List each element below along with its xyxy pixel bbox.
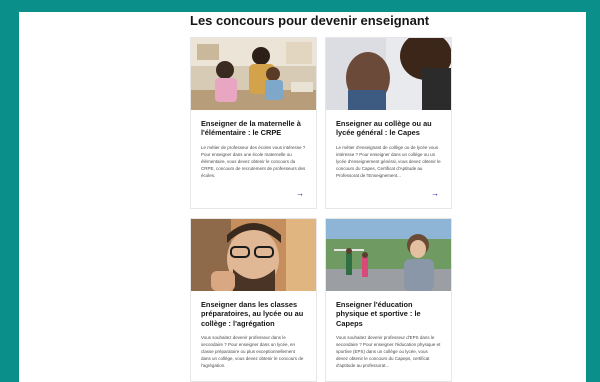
card-description: Le métier de professeur des écoles vous … — [201, 144, 306, 178]
arrow-right-icon[interactable]: → — [296, 190, 304, 198]
card-crpe[interactable]: Enseigner de la maternelle à l'élémentai… — [190, 37, 317, 209]
card-capes[interactable]: Enseigner au collège ou au lycée général… — [325, 37, 452, 209]
card-description: Vous souhaitez devenir professeur dans l… — [201, 335, 304, 369]
card-description: Le métier d'enseignant de collège ou de … — [336, 144, 441, 178]
frame-right — [586, 0, 600, 382]
card-image-classroom — [191, 38, 316, 110]
card-image-man-glasses — [191, 219, 316, 291]
card-title[interactable]: Enseigner dans les classes préparatoires… — [201, 300, 306, 328]
card-image-students — [326, 38, 451, 110]
card-title[interactable]: Enseigner au collège ou au lycée général… — [336, 119, 441, 138]
page-content: Les concours pour devenir enseignant Ens… — [19, 12, 586, 382]
frame-top — [0, 0, 600, 12]
card-capeps[interactable]: Enseigner l'éducation physique et sporti… — [325, 218, 452, 382]
frame-left — [0, 0, 19, 382]
card-description: Vous souhaitez devenir professeur d'EPS … — [336, 335, 441, 369]
card-title[interactable]: Enseigner l'éducation physique et sporti… — [336, 300, 441, 328]
card-image-sports — [326, 219, 451, 291]
card-agregation[interactable]: Enseigner dans les classes préparatoires… — [190, 218, 317, 382]
card-title[interactable]: Enseigner de la maternelle à l'élémentai… — [201, 119, 306, 138]
section-title: Les concours pour devenir enseignant — [190, 13, 430, 28]
arrow-right-icon[interactable]: → — [431, 190, 439, 198]
